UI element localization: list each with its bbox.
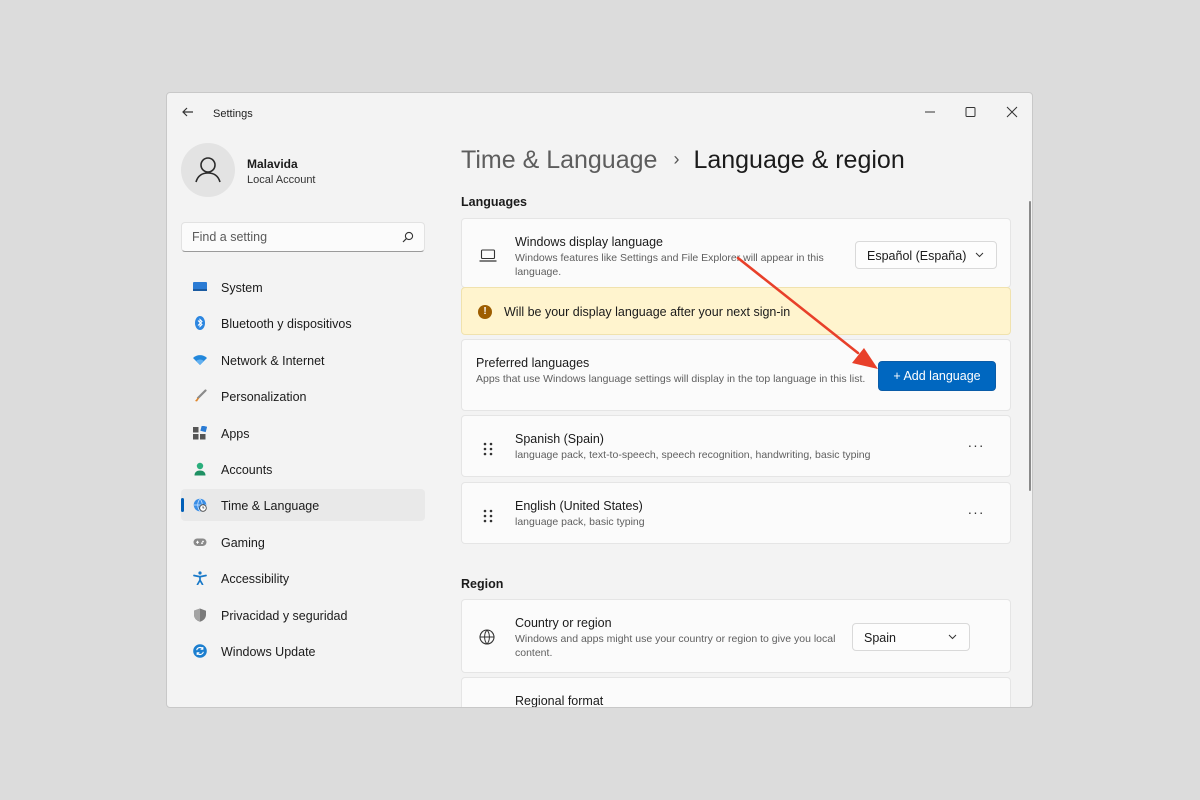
sidebar-item-label: Network & Internet: [221, 353, 325, 368]
display-language-card: Windows display language Windows feature…: [461, 218, 1011, 288]
drag-handle-icon[interactable]: [482, 509, 494, 523]
close-button[interactable]: [997, 99, 1027, 125]
region-section-label: Region: [461, 577, 504, 591]
sidebar-item-time-language[interactable]: Time & Language: [181, 489, 425, 522]
more-options-button[interactable]: ···: [964, 438, 988, 456]
sidebar-item-label: Apps: [221, 426, 250, 441]
scrollbar[interactable]: [1029, 201, 1031, 491]
sidebar-item-bluetooth[interactable]: Bluetooth y dispositivos: [181, 307, 425, 339]
settings-window: Settings Malavida Local Account Find a s…: [166, 92, 1033, 708]
sidebar-item-label: System: [221, 281, 263, 295]
profile-name: Malavida: [247, 157, 298, 171]
user-profile[interactable]: Malavida Local Account: [181, 143, 431, 199]
country-region-dropdown[interactable]: Spain: [852, 623, 970, 651]
sidebar-item-windows-update[interactable]: Windows Update: [181, 635, 425, 667]
update-icon: [193, 644, 207, 658]
breadcrumb-chevron-icon: ›: [673, 149, 680, 169]
regional-format-card[interactable]: Regional format: [461, 677, 1011, 708]
globe-icon: [479, 629, 495, 645]
globe-clock-icon: [193, 499, 207, 513]
language-row[interactable]: Spanish (Spain) language pack, text-to-s…: [461, 415, 1011, 477]
breadcrumb-parent[interactable]: Time & Language: [461, 146, 657, 174]
profile-account-type: Local Account: [247, 174, 316, 186]
language-row[interactable]: English (United States) language pack, b…: [461, 482, 1011, 544]
search-icon: [402, 231, 414, 243]
country-region-title: Country or region: [515, 616, 612, 630]
display-language-description: Windows features like Settings and File …: [515, 252, 824, 278]
sidebar-nav: System Bluetooth y dispositivos Network …: [181, 271, 425, 671]
display-language-title: Windows display language: [515, 235, 664, 249]
drag-handle-icon[interactable]: [482, 442, 494, 456]
wifi-icon: [193, 354, 207, 365]
monitor-icon: [193, 282, 207, 291]
country-region-card: Country or region Windows and apps might…: [461, 599, 1011, 673]
sidebar-item-label: Windows Update: [221, 644, 316, 659]
language-name: English (United States): [515, 499, 643, 513]
brush-icon: [195, 389, 207, 402]
add-language-button[interactable]: + Add language: [878, 361, 996, 391]
preferred-languages-title: Preferred languages: [476, 356, 590, 370]
languages-section-label: Languages: [461, 195, 527, 209]
user-icon: [195, 157, 221, 183]
chevron-down-icon: [975, 252, 984, 258]
maximize-button[interactable]: [955, 99, 985, 125]
country-region-value: Spain: [864, 631, 896, 645]
regional-format-title: Regional format: [515, 694, 604, 708]
sidebar-item-label: Time & Language: [221, 499, 320, 514]
apps-icon: [193, 425, 207, 440]
minimize-icon: [925, 111, 935, 113]
accessibility-icon: [193, 571, 207, 586]
laptop-icon: [479, 249, 497, 262]
sidebar-item-apps[interactable]: Apps: [181, 417, 425, 449]
language-features: language pack, basic typing: [515, 516, 645, 528]
shield-icon: [194, 608, 206, 622]
sidebar-item-personalization[interactable]: Personalization: [181, 380, 425, 412]
display-language-dropdown[interactable]: Español (España): [855, 241, 997, 269]
gamepad-icon: [193, 538, 207, 546]
sidebar-item-label: Personalization: [221, 390, 307, 405]
sidebar-item-system[interactable]: System: [181, 271, 425, 303]
search-input[interactable]: [192, 230, 392, 244]
sidebar-item-privacy[interactable]: Privacidad y seguridad: [181, 599, 425, 631]
sidebar-item-label: Accessibility: [221, 572, 290, 587]
warning-icon: !: [478, 305, 492, 319]
sidebar-item-label: Gaming: [221, 535, 265, 550]
country-region-description: Windows and apps might use your country …: [515, 633, 836, 659]
sidebar-item-accounts[interactable]: Accounts: [181, 453, 425, 485]
title-bar: Settings: [167, 93, 1032, 133]
display-language-value: Español (España): [867, 249, 967, 263]
app-title: Settings: [213, 108, 253, 120]
sign-in-notice-banner: ! Will be your display language after yo…: [461, 287, 1011, 335]
language-name: Spanish (Spain): [515, 432, 604, 446]
chevron-down-icon: [948, 634, 957, 640]
back-button[interactable]: [179, 105, 197, 123]
preferred-languages-description: Apps that use Windows language settings …: [476, 373, 866, 385]
sidebar-item-label: Accounts: [221, 462, 273, 477]
sidebar-item-gaming[interactable]: Gaming: [181, 526, 425, 558]
banner-text: Will be your display language after your…: [504, 305, 791, 319]
minimize-button[interactable]: [915, 99, 945, 125]
maximize-icon: [965, 107, 976, 117]
sidebar-item-network[interactable]: Network & Internet: [181, 344, 425, 376]
back-arrow-icon: [182, 107, 193, 117]
language-features: language pack, text-to-speech, speech re…: [515, 449, 871, 461]
avatar: [181, 143, 235, 197]
page-title: Language & region: [693, 146, 905, 174]
more-options-button[interactable]: ···: [964, 505, 988, 523]
breadcrumb: Time & Language › Language & region: [461, 146, 905, 175]
bluetooth-icon: [195, 316, 205, 331]
sidebar-item-accessibility[interactable]: Accessibility: [181, 562, 425, 594]
sidebar-item-label: Bluetooth y dispositivos: [221, 317, 352, 332]
person-icon: [194, 462, 206, 476]
search-box[interactable]: [181, 222, 425, 252]
close-icon: [1006, 106, 1018, 118]
sidebar-item-label: Privacidad y seguridad: [221, 608, 348, 623]
